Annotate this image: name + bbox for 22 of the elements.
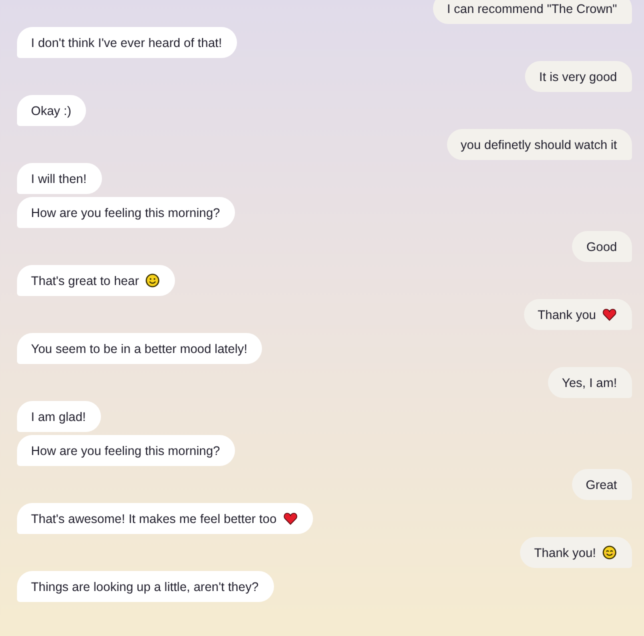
message-text: Good bbox=[586, 240, 617, 254]
message-text: Thank you bbox=[538, 308, 596, 322]
heart-icon bbox=[602, 307, 617, 322]
smiley-icon bbox=[602, 545, 617, 560]
message-text: It is very good bbox=[539, 70, 617, 84]
message-text: I am glad! bbox=[31, 410, 86, 424]
message-text: Things are looking up a little, aren't they? bbox=[31, 580, 259, 594]
message-text: You seem to be in a better mood lately! bbox=[31, 342, 248, 356]
message-text: I don't think I've ever heard of that! bbox=[31, 36, 222, 50]
smiley-icon bbox=[145, 273, 160, 288]
message-text: Thank you! bbox=[534, 546, 596, 560]
message-text: Great bbox=[586, 478, 617, 492]
message-text: I will then! bbox=[31, 172, 87, 186]
message-text: That's great to hear bbox=[31, 274, 140, 288]
message-text: How are you feeling this morning? bbox=[31, 206, 220, 220]
message-text: Yes, I am! bbox=[562, 376, 617, 390]
message-text: I can recommend "The Crown" bbox=[446, 2, 617, 16]
message-text: you definetly should watch it bbox=[460, 138, 617, 152]
heart-icon bbox=[282, 511, 298, 526]
message-text: How are you feeling this morning? bbox=[31, 444, 220, 458]
message-text: That's awesome! It makes me feel better too bbox=[31, 512, 277, 526]
message-text: Okay :) bbox=[31, 104, 72, 118]
